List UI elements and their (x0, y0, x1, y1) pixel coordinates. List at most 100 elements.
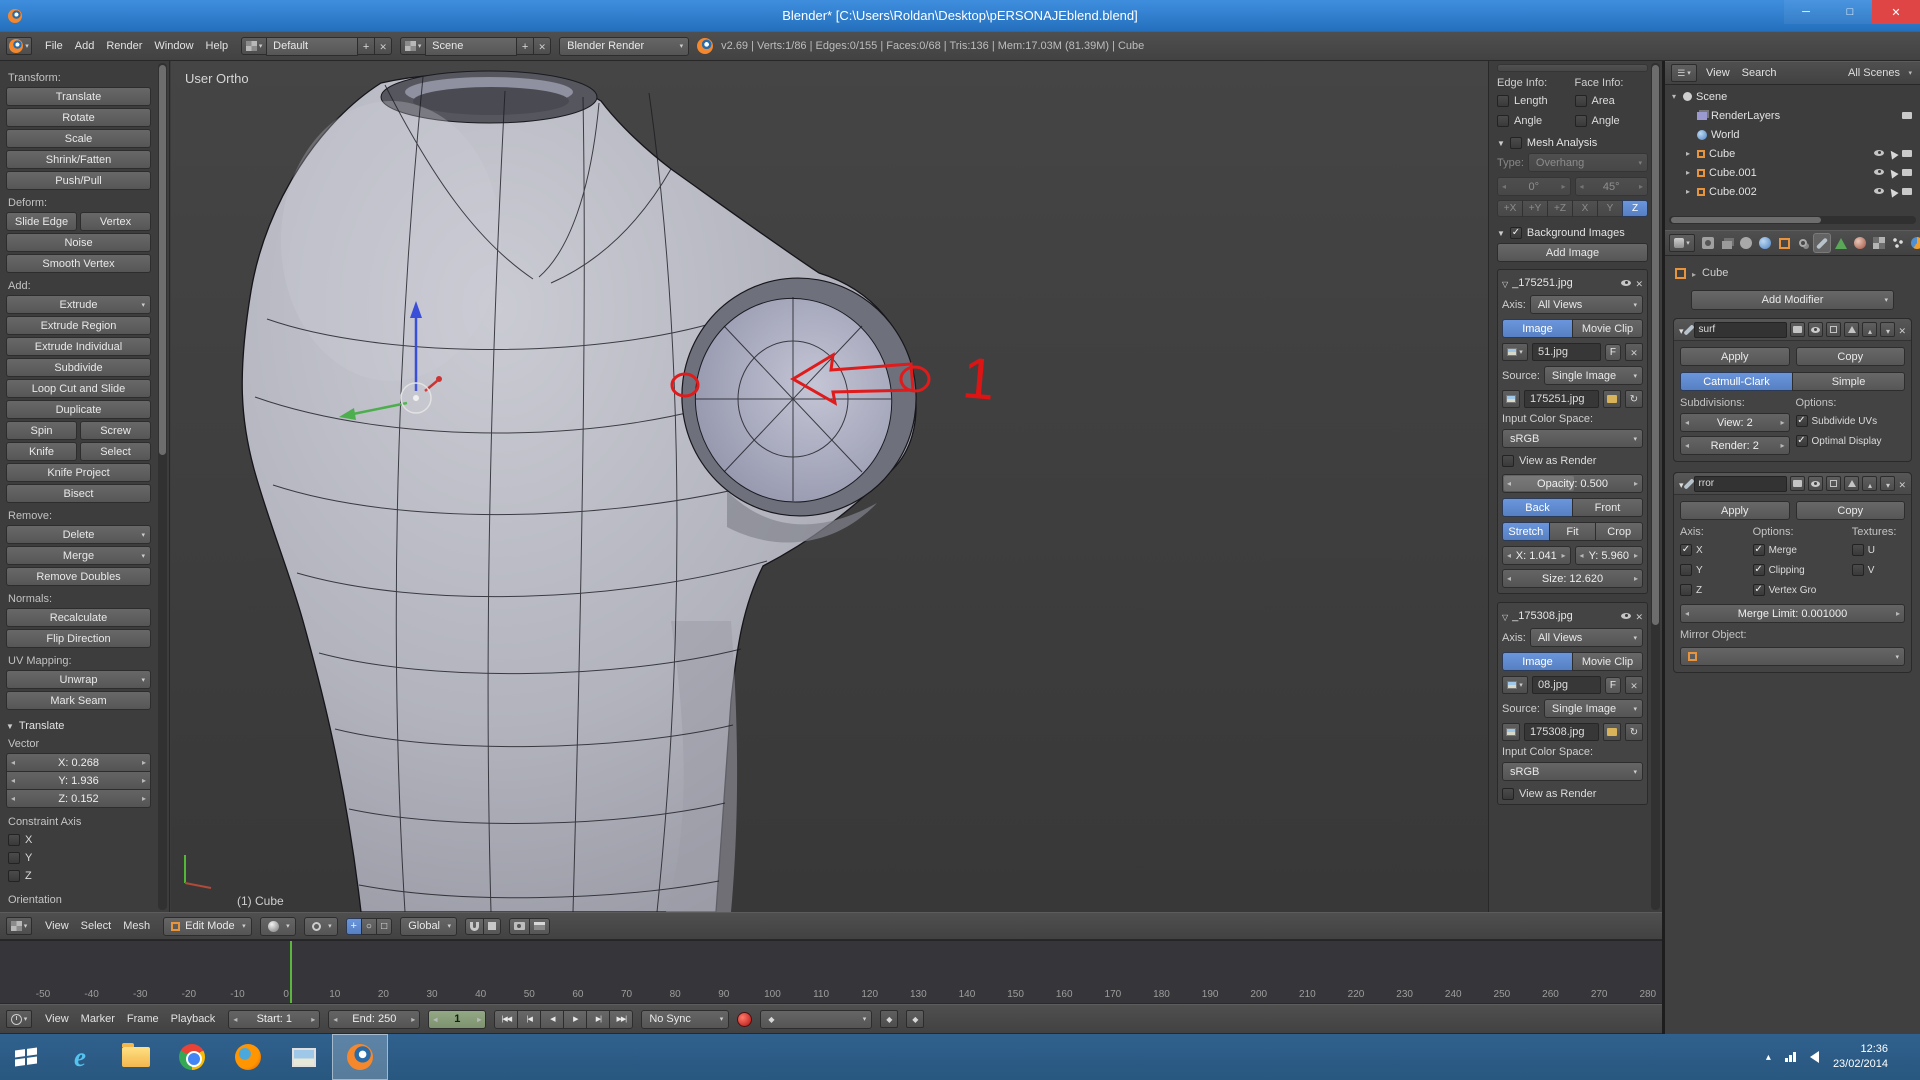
editmode-visibility-toggle[interactable] (1826, 322, 1841, 337)
tool-button-unwrap[interactable]: Unwrap (6, 670, 151, 689)
timeline-track[interactable]: -50-40-30-20-100102030405060708090100110… (0, 940, 1662, 1004)
eye-icon[interactable] (1621, 613, 1631, 619)
translate-manipulator-button[interactable] (346, 918, 362, 935)
tool-button-mark-seam[interactable]: Mark Seam (6, 691, 151, 710)
eye-icon[interactable] (1621, 280, 1631, 286)
image-pack-button[interactable] (1502, 390, 1520, 408)
mode-dropdown[interactable]: Edit Mode (163, 917, 252, 936)
viewport-shading-dropdown[interactable] (260, 917, 296, 936)
tab-scene[interactable] (1737, 233, 1755, 253)
file-browse-button[interactable] (1603, 390, 1621, 408)
record-button[interactable] (737, 1012, 752, 1027)
mirror-x-checkbox[interactable]: X (1680, 542, 1747, 558)
analysis-type-dropdown[interactable]: Overhang (1528, 153, 1648, 172)
expander-icon[interactable]: ▾ (1669, 92, 1679, 101)
source-dropdown[interactable]: Single Image (1544, 699, 1643, 718)
delete-modifier-button[interactable] (1898, 321, 1906, 339)
vector-x-field[interactable]: X: 0.268 (6, 753, 151, 772)
blender-button[interactable] (332, 1034, 388, 1080)
tab-object[interactable] (1775, 233, 1793, 253)
mirror-u-checkbox[interactable]: U (1852, 542, 1905, 558)
tab-physics[interactable] (1908, 233, 1920, 253)
internet-explorer-button[interactable] (52, 1034, 108, 1080)
modifier-header[interactable]: surf (1674, 319, 1911, 341)
view-subdivisions-field[interactable]: View: 2 (1680, 413, 1790, 432)
taskbar-clock[interactable]: 12:36 23/02/2014 (1833, 1042, 1888, 1072)
move-down-button[interactable] (1880, 322, 1895, 337)
tool-button-extrude-region[interactable]: Extrude Region (6, 316, 151, 335)
menu-marker[interactable]: Marker (76, 1013, 120, 1025)
optimal-display-checkbox[interactable]: Optimal Display (1796, 433, 1906, 449)
expander-icon[interactable]: ▸ (1683, 187, 1693, 196)
offset-y-field[interactable]: Y: 5.960 (1575, 546, 1644, 565)
move-up-button[interactable] (1862, 476, 1877, 491)
tool-button-subdivide[interactable]: Subdivide (6, 358, 151, 377)
viewport-canvas[interactable]: 1 User Ortho (1) Cube (171, 61, 1488, 912)
image-filepath-field[interactable]: 175308.jpg (1524, 723, 1599, 741)
axis-button-5-z[interactable]: Z (1622, 200, 1648, 217)
tab-object-data[interactable] (1832, 233, 1850, 253)
rotate-manipulator-button[interactable] (361, 918, 377, 935)
collapse-icon[interactable] (1502, 274, 1508, 292)
background-image-header[interactable]: _175251.jpg (1502, 274, 1643, 291)
colorspace-dropdown[interactable]: sRGB (1502, 429, 1643, 448)
modifier-name-field[interactable]: rror (1694, 476, 1788, 492)
clipping-checkbox[interactable]: Clipping (1753, 562, 1846, 578)
camera-icon[interactable] (1902, 188, 1912, 195)
tool-button-slide-edge[interactable]: Slide Edge (6, 212, 77, 231)
start-button[interactable] (0, 1034, 52, 1080)
background-image-name[interactable]: _175308.jpg (1512, 610, 1617, 622)
tool-button-rotate[interactable]: Rotate (6, 108, 151, 127)
face-angle-checkbox[interactable]: Angle (1575, 113, 1649, 129)
tab-modifiers[interactable] (1813, 233, 1831, 253)
add-scene-button[interactable] (516, 37, 534, 55)
file-browse-button[interactable] (1603, 723, 1621, 741)
add-screen-layout-button[interactable] (357, 37, 375, 55)
delete-modifier-button[interactable] (1898, 475, 1906, 493)
cursor-icon[interactable] (1887, 167, 1898, 178)
scale-manipulator-button[interactable] (376, 918, 392, 935)
camera-icon[interactable] (1902, 150, 1912, 157)
outliner-row-cube-001[interactable]: ▸Cube.001 (1665, 163, 1920, 182)
tool-button-smooth-vertex[interactable]: Smooth Vertex (6, 254, 151, 273)
tool-button-noise[interactable]: Noise (6, 233, 151, 252)
delete-scene-button[interactable] (533, 37, 551, 55)
axis-button-3-x[interactable]: X (1572, 200, 1598, 217)
tray-expand-icon[interactable]: ▴ (1766, 1052, 1771, 1063)
unlink-image-button[interactable] (1625, 343, 1643, 361)
move-up-button[interactable] (1862, 322, 1877, 337)
current-frame-field[interactable]: 1 (428, 1010, 486, 1029)
menu-view[interactable]: View (40, 920, 74, 932)
start-frame-field[interactable]: Start: 1 (228, 1010, 320, 1029)
tab-render-layers[interactable] (1718, 233, 1736, 253)
render-engine-dropdown[interactable]: Blender Render (559, 37, 689, 56)
outliner-row-renderlayers[interactable]: RenderLayers (1665, 106, 1920, 125)
modifier-header[interactable]: rror (1674, 473, 1911, 495)
scene-browse-button[interactable] (400, 37, 426, 55)
keying-set-dropdown[interactable] (760, 1010, 872, 1029)
tool-button-loop-cut-and-slide[interactable]: Loop Cut and Slide (6, 379, 151, 398)
constraint-x-checkbox[interactable]: X (8, 832, 149, 848)
opengl-render-button[interactable] (509, 918, 530, 935)
mirror-v-checkbox[interactable]: V (1852, 562, 1905, 578)
expander-icon[interactable]: ▸ (1683, 149, 1693, 158)
edge-length-checkbox[interactable]: Length (1497, 93, 1571, 109)
tool-button-extrude[interactable]: Extrude (6, 295, 151, 314)
reload-image-button[interactable] (1625, 723, 1643, 741)
mesh-object[interactable] (242, 71, 938, 912)
scene-name[interactable]: Scene (425, 37, 517, 56)
constraint-z-checkbox[interactable]: Z (8, 868, 149, 884)
move-down-button[interactable] (1880, 476, 1895, 491)
chrome-button[interactable] (164, 1034, 220, 1080)
breadcrumb-object[interactable]: Cube (1702, 267, 1728, 279)
movie-clip-toggle[interactable]: Movie Clip (1572, 652, 1643, 671)
axis-button-1-y[interactable]: +Y (1522, 200, 1548, 217)
maximize-button[interactable]: □ (1828, 0, 1872, 24)
size-field[interactable]: Size: 12.620 (1502, 569, 1643, 588)
tool-button-scale[interactable]: Scale (6, 129, 151, 148)
constraint-y-checkbox[interactable]: Y (8, 850, 149, 866)
axis-button-2-z[interactable]: +Z (1547, 200, 1573, 217)
jump-to-start-button[interactable]: |◀◀ (494, 1010, 518, 1029)
background-image-name[interactable]: _175251.jpg (1512, 277, 1617, 289)
info-editor-type-button[interactable] (6, 37, 32, 55)
